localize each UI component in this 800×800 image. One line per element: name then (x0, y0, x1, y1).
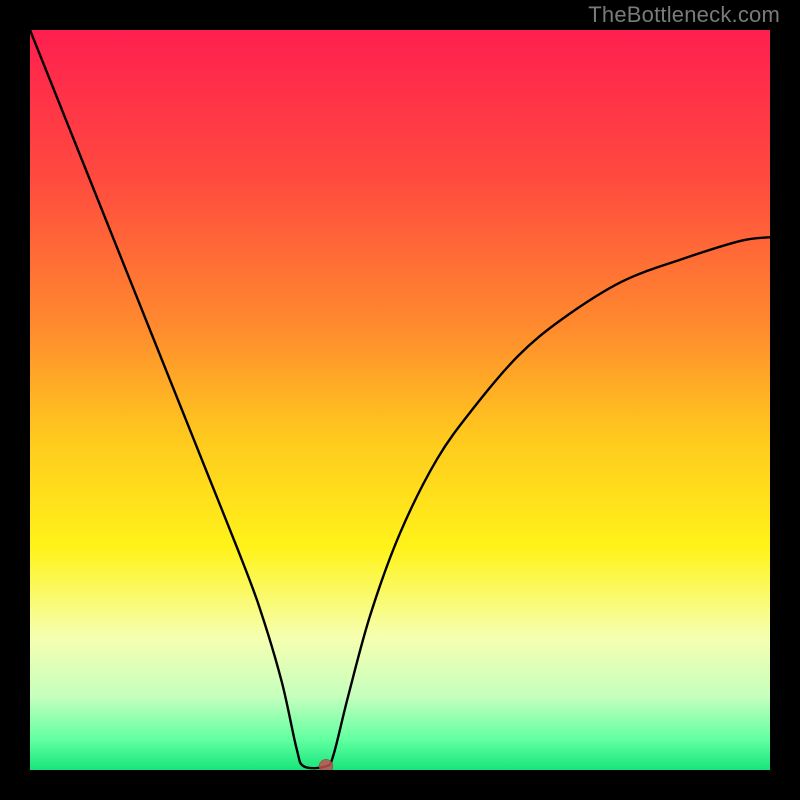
gradient-background (30, 30, 770, 770)
watermark-text: TheBottleneck.com (588, 2, 780, 28)
plot-area (30, 30, 770, 770)
bottleneck-chart (30, 30, 770, 770)
chart-frame: TheBottleneck.com (0, 0, 800, 800)
